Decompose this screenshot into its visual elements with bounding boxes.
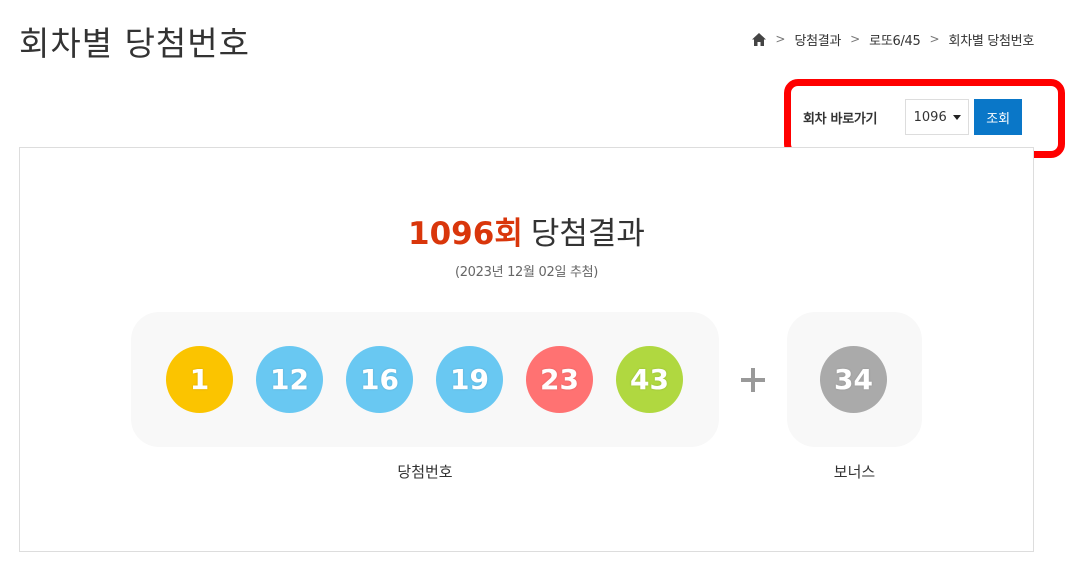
winning-ball: 19 bbox=[436, 346, 503, 413]
query-button[interactable]: 조회 bbox=[974, 99, 1023, 135]
breadcrumb-item-results[interactable]: 당첨결과 bbox=[794, 30, 841, 49]
breadcrumb-separator: > bbox=[929, 32, 940, 46]
breadcrumb-item-lotto645[interactable]: 로또6/45 bbox=[869, 30, 921, 49]
page: 회차별 당첨번호 > 당첨결과 > 로또6/45 > 회차별 당첨번호 회차 바… bbox=[0, 0, 1078, 574]
breadcrumb-item-winning-numbers[interactable]: 회차별 당첨번호 bbox=[949, 30, 1035, 49]
winning-numbers-box: 1 12 16 19 23 43 bbox=[131, 312, 719, 447]
winning-ball: 16 bbox=[346, 346, 413, 413]
winning-numbers-label: 당첨번호 bbox=[397, 463, 453, 481]
result-panel: 1096회 당첨결과 (2023년 12월 02일 추첨) 1 12 16 19 … bbox=[19, 147, 1034, 552]
bonus-label: 보너스 bbox=[833, 463, 876, 481]
result-heading: 1096회 당첨결과 bbox=[20, 214, 1033, 254]
draw-number: 1096회 bbox=[408, 216, 523, 252]
winning-ball: 1 bbox=[166, 346, 233, 413]
draw-number-select[interactable]: 1096 bbox=[905, 99, 970, 135]
bonus-number-box: 34 bbox=[787, 312, 922, 447]
draw-selector-label: 회차 바로가기 bbox=[803, 111, 878, 127]
plus-icon bbox=[741, 368, 765, 392]
winning-balls: 1 12 16 19 23 43 bbox=[166, 346, 683, 413]
draw-date: (2023년 12월 02일 추첨) bbox=[454, 265, 599, 280]
winning-ball: 12 bbox=[256, 346, 323, 413]
page-title: 회차별 당첨번호 bbox=[19, 24, 251, 63]
bonus-ball: 34 bbox=[820, 346, 887, 413]
breadcrumb: > 당첨결과 > 로또6/45 > 회차별 당첨번호 bbox=[752, 29, 1034, 49]
draw-selector: 회차 바로가기 1096 조회 bbox=[803, 98, 1023, 136]
breadcrumb-separator: > bbox=[850, 32, 861, 46]
result-heading-text: 당첨결과 bbox=[530, 216, 645, 252]
winning-ball: 43 bbox=[616, 346, 683, 413]
home-icon[interactable] bbox=[752, 32, 767, 46]
caret-down-icon bbox=[952, 114, 961, 120]
winning-ball: 23 bbox=[526, 346, 593, 413]
draw-number-select-value: 1096 bbox=[913, 109, 947, 125]
breadcrumb-separator: > bbox=[775, 32, 786, 46]
